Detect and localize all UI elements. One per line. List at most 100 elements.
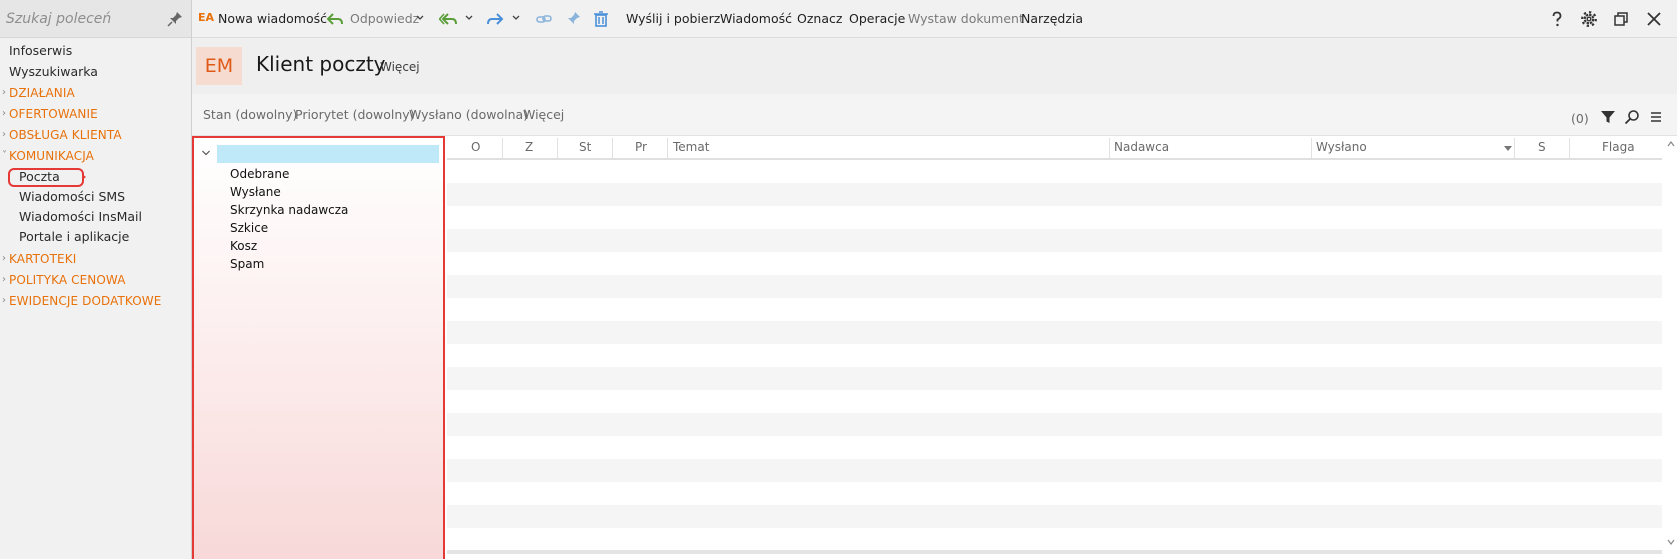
sidebar-item-infoserwis[interactable]: Infoserwis — [9, 43, 72, 59]
table-row — [447, 275, 1662, 298]
chevron-down-icon: ˅ — [2, 150, 8, 161]
sidebar-category-polityka-cenowa[interactable]: › POLITYKA CENOWA — [2, 272, 126, 288]
mail-grid: O Z St Pr Temat Nadawca Wysłano S Flaga — [447, 136, 1677, 559]
app-badge: EA — [198, 11, 215, 24]
column-header-s[interactable]: S — [1538, 140, 1546, 154]
column-header-nadawca[interactable]: Nadawca — [1114, 140, 1169, 154]
chevron-right-icon: › — [2, 253, 7, 264]
sidebar-item-wyszukiwarka[interactable]: Wyszukiwarka — [9, 64, 98, 80]
sidebar-category-ofertowanie[interactable]: › OFERTOWANIE — [2, 106, 98, 122]
search-icon[interactable] — [1624, 109, 1640, 125]
toolbar: EA Nowa wiadomość Odpowiedz Wyślij i pob… — [192, 0, 1677, 38]
folder-tree-root[interactable] — [217, 145, 439, 163]
column-header-pr[interactable]: Pr — [635, 140, 647, 154]
chevron-right-icon: › — [2, 274, 7, 285]
sidebar-category-label: EWIDENCJE DODATKOWE — [9, 294, 162, 308]
chevron-down-icon[interactable] — [415, 12, 425, 24]
sidebar-category-label: KARTOTEKI — [9, 252, 77, 266]
column-separator[interactable] — [1569, 138, 1570, 158]
column-separator[interactable] — [1109, 138, 1110, 158]
table-row — [447, 390, 1662, 413]
table-row — [447, 459, 1662, 482]
chevron-right-icon: › — [2, 129, 7, 140]
chevron-down-icon[interactable] — [201, 148, 211, 158]
sidebar-category-komunikacja[interactable]: ˅ KOMUNIKACJA — [2, 148, 94, 164]
filter-priority[interactable]: Priorytet (dowolny) — [295, 107, 415, 122]
reply-all-icon[interactable] — [439, 10, 457, 28]
table-row — [447, 528, 1662, 551]
table-row — [447, 413, 1662, 436]
help-icon[interactable] — [1548, 10, 1566, 28]
chevron-right-icon: › — [2, 87, 7, 98]
column-header-wyslano[interactable]: Wysłano — [1316, 140, 1367, 154]
sidebar-category-obsluga-klienta[interactable]: › OBSŁUGA KLIENTA — [2, 127, 122, 143]
column-header-flaga[interactable]: Flaga — [1602, 140, 1635, 154]
sidebar-category-ewidencje[interactable]: › EWIDENCJE DODATKOWE — [2, 293, 162, 309]
pin-message-icon[interactable] — [564, 10, 582, 28]
page-header: EM Klient poczty Więcej — [192, 38, 1677, 94]
sidebar-category-label: DZIAŁANIA — [9, 86, 75, 100]
pin-icon[interactable] — [167, 11, 183, 27]
column-header-temat[interactable]: Temat — [673, 140, 709, 154]
forward-icon[interactable] — [486, 10, 504, 28]
folder-item-wyslane[interactable]: Wysłane — [230, 185, 281, 199]
sidebar-item-sms[interactable]: Wiadomości SMS — [19, 189, 125, 205]
trash-icon[interactable] — [592, 10, 610, 28]
sort-desc-icon[interactable] — [1504, 146, 1512, 151]
column-separator[interactable] — [502, 138, 503, 158]
message-menu[interactable]: Wiadomość — [720, 10, 792, 27]
operations-menu[interactable]: Operacje — [849, 10, 905, 27]
folder-item-skrzynka-nadawcza[interactable]: Skrzynka nadawcza — [230, 203, 348, 217]
restore-window-icon[interactable] — [1612, 10, 1630, 28]
chevron-right-icon: › — [2, 295, 7, 306]
scroll-up-icon[interactable] — [1667, 140, 1675, 148]
folder-item-szkice[interactable]: Szkice — [230, 221, 268, 235]
sidebar-category-label: OFERTOWANIE — [9, 107, 98, 121]
column-separator[interactable] — [667, 138, 668, 158]
folder-item-kosz[interactable]: Kosz — [230, 239, 257, 253]
column-separator[interactable] — [557, 138, 558, 158]
column-separator[interactable] — [1311, 138, 1312, 158]
sidebar-category-dzialania[interactable]: › DZIAŁANIA — [2, 85, 75, 101]
sidebar-category-kartoteki[interactable]: › KARTOTEKI — [2, 251, 77, 267]
column-header-z[interactable]: Z — [525, 140, 533, 154]
module-badge: EM — [196, 47, 242, 85]
folder-item-odebrane[interactable]: Odebrane — [230, 167, 289, 181]
mark-menu[interactable]: Oznacz — [797, 10, 842, 27]
column-header-st[interactable]: St — [579, 140, 591, 154]
folder-item-spam[interactable]: Spam — [230, 257, 264, 271]
scroll-down-icon[interactable] — [1667, 538, 1675, 546]
table-row — [447, 482, 1662, 505]
column-header-o[interactable]: O — [471, 140, 480, 154]
reply-icon[interactable] — [326, 10, 344, 28]
sidebar-category-label: KOMUNIKACJA — [9, 149, 94, 163]
issue-document-menu[interactable]: Wystaw dokument — [908, 10, 1024, 27]
column-separator[interactable] — [1514, 138, 1515, 158]
chevron-down-icon[interactable] — [464, 12, 474, 24]
gear-icon[interactable] — [1580, 10, 1598, 28]
table-row — [447, 298, 1662, 321]
send-receive-button[interactable]: Wyślij i pobierz — [626, 10, 720, 27]
horizontal-scrollbar[interactable] — [447, 550, 1662, 554]
filter-icon[interactable] — [1600, 109, 1616, 125]
table-row — [447, 229, 1662, 252]
sidebar-item-poczta[interactable]: Poczta — [19, 169, 60, 185]
sidebar-item-portale[interactable]: Portale i aplikacje — [19, 229, 129, 245]
sidebar: Infoserwis Wyszukiwarka › DZIAŁANIA › OF… — [0, 0, 192, 559]
search-input[interactable] — [6, 9, 161, 29]
filter-more[interactable]: Więcej — [523, 107, 564, 122]
chevron-down-icon[interactable] — [511, 12, 521, 24]
table-row — [447, 252, 1662, 275]
tools-menu[interactable]: Narzędzia — [1021, 10, 1083, 27]
reply-button[interactable]: Odpowiedz — [350, 10, 419, 27]
sidebar-category-label: OBSŁUGA KLIENTA — [9, 128, 122, 142]
filter-status[interactable]: Stan (dowolny) — [203, 107, 297, 122]
sidebar-item-insmail[interactable]: Wiadomości InsMail — [19, 209, 142, 225]
link-icon[interactable] — [535, 10, 553, 28]
more-link[interactable]: Więcej — [380, 60, 420, 74]
column-separator[interactable] — [612, 138, 613, 158]
close-icon[interactable] — [1645, 10, 1663, 28]
filter-sent[interactable]: Wysłano (dowolna) — [409, 107, 528, 122]
menu-icon[interactable] — [1648, 109, 1664, 125]
new-message-button[interactable]: Nowa wiadomość — [218, 10, 327, 27]
